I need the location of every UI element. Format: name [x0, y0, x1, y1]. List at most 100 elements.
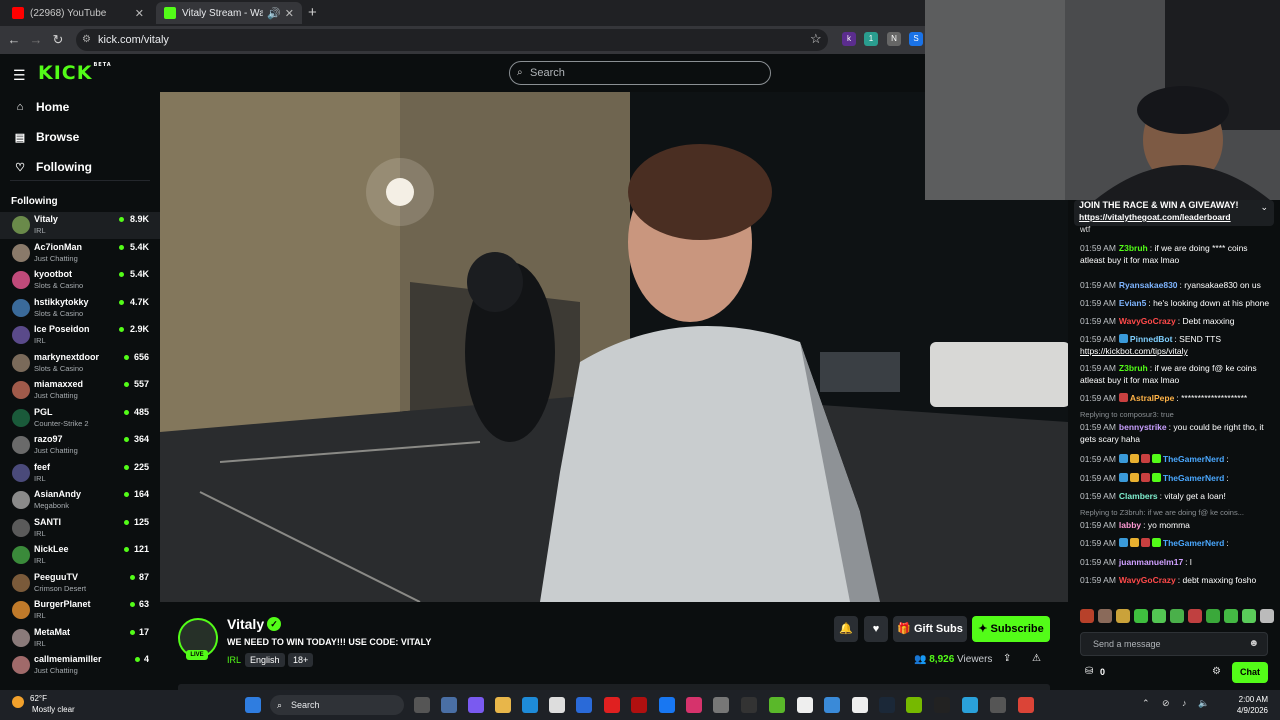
- extension-icon[interactable]: S: [909, 32, 923, 46]
- epic-games-icon[interactable]: [934, 697, 950, 713]
- site-info-icon[interactable]: ⚙: [82, 29, 91, 51]
- emote-icon[interactable]: [1206, 609, 1220, 623]
- edge-icon[interactable]: [522, 697, 538, 713]
- stream-tag[interactable]: English: [245, 653, 285, 667]
- following-channel[interactable]: Ac7ionMan Just Chatting 5.4K: [0, 240, 160, 267]
- netflix-icon[interactable]: [631, 697, 647, 713]
- stream-tag[interactable]: 18+: [288, 653, 314, 667]
- following-channel[interactable]: PGL Counter-Strike 2 485: [0, 405, 160, 432]
- emote-icon[interactable]: [1152, 609, 1166, 623]
- emote-icon[interactable]: [1224, 609, 1238, 623]
- chat-username[interactable]: Ryansakae830: [1119, 280, 1178, 290]
- following-channel[interactable]: callmemiamiller Just Chatting 4: [0, 652, 160, 679]
- streamer-name[interactable]: Vitaly: [227, 616, 264, 632]
- close-icon[interactable]: ✕: [135, 7, 144, 20]
- store-icon[interactable]: [549, 697, 565, 713]
- following-channel[interactable]: hstikkytokky Slots & Casino 4.7K: [0, 295, 160, 322]
- emote-icon[interactable]: [1116, 609, 1130, 623]
- copilot-icon[interactable]: [468, 697, 484, 713]
- system-clock[interactable]: 2:00 AM 4/9/2026: [1210, 694, 1268, 716]
- chrome-icon[interactable]: [1018, 697, 1034, 713]
- app-icon[interactable]: [824, 697, 840, 713]
- chat-username[interactable]: TheGamerNerd: [1163, 473, 1224, 483]
- emote-icon[interactable]: [1170, 609, 1184, 623]
- pinned-link[interactable]: https://vitalythegoat.com/leaderboard: [1079, 212, 1231, 222]
- notification-bell-button[interactable]: 🔔: [834, 616, 858, 642]
- file-explorer-icon[interactable]: [495, 697, 511, 713]
- weather-widget[interactable]: 62°F Mostly clear: [12, 693, 75, 715]
- mail-icon[interactable]: [576, 697, 592, 713]
- share-icon[interactable]: ⇪: [1003, 653, 1011, 664]
- extension-icon[interactable]: 1: [864, 32, 878, 46]
- following-channel[interactable]: kyootbot Slots & Casino 5.4K: [0, 267, 160, 294]
- following-channel[interactable]: feef IRL 225: [0, 460, 160, 487]
- chat-username[interactable]: WavyGoCrazy: [1119, 575, 1176, 585]
- bookmark-star-icon[interactable]: ☆: [810, 31, 822, 47]
- chevron-up-icon[interactable]: ⌃: [1142, 698, 1150, 709]
- sidebar-item-browse[interactable]: ▤ Browse: [14, 130, 80, 144]
- following-channel[interactable]: AsianAndy Megabonk 164: [0, 487, 160, 514]
- following-channel[interactable]: SANTI IRL 125: [0, 515, 160, 542]
- chat-username[interactable]: Z3bruh: [1119, 243, 1148, 253]
- forward-icon[interactable]: →: [27, 31, 45, 49]
- app-icon[interactable]: [713, 697, 729, 713]
- emote-icon[interactable]: [1188, 609, 1202, 623]
- network-icon[interactable]: ⊘: [1162, 698, 1170, 709]
- gift-subs-button[interactable]: 🎁 Gift Subs: [893, 616, 967, 642]
- volume-icon[interactable]: 🔈: [1198, 698, 1209, 709]
- following-channel[interactable]: NickLee IRL 121: [0, 542, 160, 569]
- emote-icon[interactable]: [1260, 609, 1274, 623]
- follow-button[interactable]: ♥: [864, 616, 888, 642]
- chat-username[interactable]: juanmanuelm17: [1119, 557, 1183, 567]
- emote-icon[interactable]: [1134, 609, 1148, 623]
- chat-message-input[interactable]: Send a message ☻: [1080, 632, 1268, 656]
- stream-category[interactable]: IRL: [227, 655, 241, 665]
- following-channel[interactable]: Ice Poseidon IRL 2.9K: [0, 322, 160, 349]
- new-tab-icon[interactable]: +: [308, 4, 317, 21]
- chat-username[interactable]: Z3bruh: [1119, 363, 1148, 373]
- chat-username[interactable]: TheGamerNerd: [1163, 454, 1224, 464]
- taskbar-search[interactable]: ⌕ Search: [270, 695, 404, 715]
- emote-icon[interactable]: [1080, 609, 1094, 623]
- channel-points-icon[interactable]: ⛁: [1085, 666, 1093, 677]
- emote-icon[interactable]: [1242, 609, 1256, 623]
- task-view-icon[interactable]: [414, 697, 430, 713]
- close-icon[interactable]: ✕: [285, 7, 294, 20]
- facebook-icon[interactable]: [659, 697, 675, 713]
- following-channel[interactable]: miamaxxed Just Chatting 557: [0, 377, 160, 404]
- extension-icon[interactable]: N: [887, 32, 901, 46]
- report-icon[interactable]: ⚠: [1032, 653, 1041, 664]
- extension-icon[interactable]: k: [842, 32, 856, 46]
- chat-send-button[interactable]: Chat: [1232, 662, 1268, 683]
- instagram-icon[interactable]: [686, 697, 702, 713]
- obs-icon[interactable]: [990, 697, 1006, 713]
- tab-youtube[interactable]: (22968) YouTube ✕: [4, 2, 152, 24]
- kick-logo[interactable]: KICKBETA: [38, 62, 112, 84]
- following-channel[interactable]: Vitaly IRL 8.9K: [0, 212, 160, 239]
- emote-icon[interactable]: [1098, 609, 1112, 623]
- chat-username[interactable]: PinnedBot: [1130, 334, 1173, 344]
- sidebar-item-home[interactable]: ⌂ Home: [14, 100, 70, 114]
- chevron-down-icon[interactable]: ⌄: [1260, 202, 1268, 213]
- chat-username[interactable]: Evian5: [1119, 298, 1146, 308]
- steam-icon[interactable]: [879, 697, 895, 713]
- following-channel[interactable]: PeeguuTV Crimson Desert 87: [0, 570, 160, 597]
- reload-icon[interactable]: ↻: [49, 31, 67, 49]
- search-input[interactable]: ⌕ Search: [509, 61, 771, 85]
- subscribe-button[interactable]: ✦ Subscribe: [972, 616, 1050, 642]
- pinned-message[interactable]: JOIN THE RACE & WIN A GIVEAWAY! https://…: [1074, 200, 1274, 226]
- following-channel[interactable]: BurgerPlanet IRL 63: [0, 597, 160, 624]
- chat-settings-icon[interactable]: ⚙: [1212, 666, 1221, 677]
- emoji-picker-icon[interactable]: ☻: [1248, 633, 1259, 655]
- speaker-icon[interactable]: 🔊: [267, 7, 281, 20]
- back-icon[interactable]: ←: [5, 31, 23, 49]
- chat-username[interactable]: AstralPepe: [1130, 393, 1174, 403]
- chat-username[interactable]: WavyGoCrazy: [1119, 316, 1176, 326]
- message-link[interactable]: https://kickbot.com/tips/vitaly: [1080, 346, 1188, 356]
- amazon-icon[interactable]: [797, 697, 813, 713]
- settings-icon[interactable]: [441, 697, 457, 713]
- app-icon[interactable]: [741, 697, 757, 713]
- nvidia-icon[interactable]: [906, 697, 922, 713]
- windows-start-icon[interactable]: [245, 697, 261, 713]
- chat-username[interactable]: bennystrike: [1119, 422, 1167, 432]
